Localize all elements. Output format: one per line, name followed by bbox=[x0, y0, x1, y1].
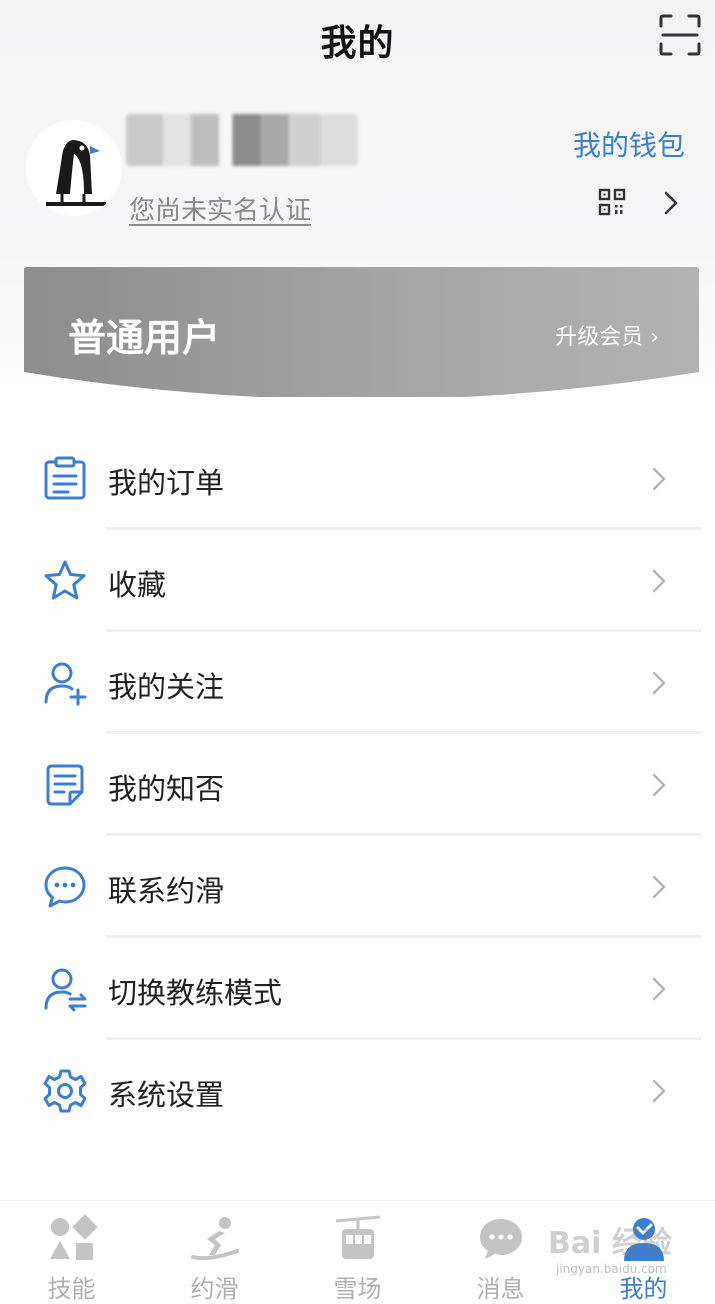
menu-item-label: 我的订单 bbox=[108, 466, 225, 500]
shapes-icon bbox=[50, 1214, 98, 1260]
menu-item-label: 我的知否 bbox=[108, 772, 225, 806]
chevron-right-icon bbox=[652, 671, 666, 695]
top-bar: 我的 bbox=[0, 0, 715, 72]
menu-item-contact[interactable]: 联系约滑 bbox=[0, 836, 715, 938]
menu-item-label: 系统设置 bbox=[108, 1078, 225, 1112]
tab-skills[interactable]: 技能 bbox=[0, 1201, 143, 1303]
upgrade-membership-link[interactable]: 升级会员 › bbox=[555, 319, 659, 351]
avatar[interactable] bbox=[26, 120, 122, 216]
profile-section: ██ ███ 您尚未实名认证 我的钱包 bbox=[0, 110, 715, 240]
menu-item-coach-mode[interactable]: 切换教练模式 bbox=[0, 938, 715, 1040]
chevron-right-icon bbox=[652, 569, 666, 593]
person-add-icon bbox=[44, 662, 87, 706]
note-icon bbox=[46, 764, 84, 806]
chat-bubble-icon bbox=[44, 866, 86, 908]
scan-icon[interactable] bbox=[659, 14, 701, 56]
chevron-right-icon bbox=[652, 773, 666, 797]
gear-icon bbox=[43, 1069, 87, 1113]
verify-identity-link[interactable]: 您尚未实名认证 bbox=[129, 190, 311, 227]
menu-item-zhifou[interactable]: 我的知否 bbox=[0, 734, 715, 836]
clipboard-icon bbox=[44, 456, 86, 500]
tab-ski-meetup[interactable]: 约滑 bbox=[143, 1201, 286, 1303]
user-name: ██ ███ bbox=[126, 114, 358, 166]
menu-item-settings[interactable]: 系统设置 bbox=[0, 1040, 715, 1142]
menu-item-label: 我的关注 bbox=[108, 670, 225, 704]
cable-car-icon bbox=[335, 1215, 381, 1259]
chevron-right-icon[interactable] bbox=[660, 188, 682, 218]
tab-label: 雪场 bbox=[333, 1275, 382, 1303]
skier-icon bbox=[191, 1217, 239, 1261]
penguin-avatar-icon bbox=[26, 120, 122, 216]
menu-item-label: 切换教练模式 bbox=[108, 976, 283, 1010]
watermark-url: jingyan.baidu.com bbox=[556, 1262, 667, 1276]
membership-card[interactable]: 普通用户 升级会员 › bbox=[24, 267, 699, 397]
membership-level: 普通用户 bbox=[68, 316, 221, 360]
chevron-right-icon bbox=[652, 875, 666, 899]
menu-item-orders[interactable]: 我的订单 bbox=[0, 428, 715, 530]
chevron-right-icon bbox=[652, 1079, 666, 1103]
tab-label: 技能 bbox=[47, 1275, 96, 1303]
menu-item-label: 收藏 bbox=[108, 568, 167, 602]
tab-ski-resort[interactable]: 雪场 bbox=[286, 1201, 429, 1303]
person-switch-icon bbox=[44, 968, 87, 1012]
page-title: 我的 bbox=[320, 23, 395, 64]
star-icon bbox=[44, 560, 86, 600]
chevron-right-icon bbox=[652, 977, 666, 1001]
menu-list: 我的订单 收藏 我的关注 我的知否 联系约滑 切换教练模式 系统设置 bbox=[0, 428, 715, 1142]
menu-item-label: 联系约滑 bbox=[108, 874, 225, 908]
tab-label: 约滑 bbox=[190, 1275, 239, 1303]
chevron-right-icon bbox=[652, 467, 666, 491]
menu-item-following[interactable]: 我的关注 bbox=[0, 632, 715, 734]
qr-code-icon[interactable] bbox=[598, 188, 626, 216]
menu-item-favorites[interactable]: 收藏 bbox=[0, 530, 715, 632]
message-icon bbox=[480, 1219, 522, 1259]
wallet-link[interactable]: 我的钱包 bbox=[573, 124, 685, 164]
